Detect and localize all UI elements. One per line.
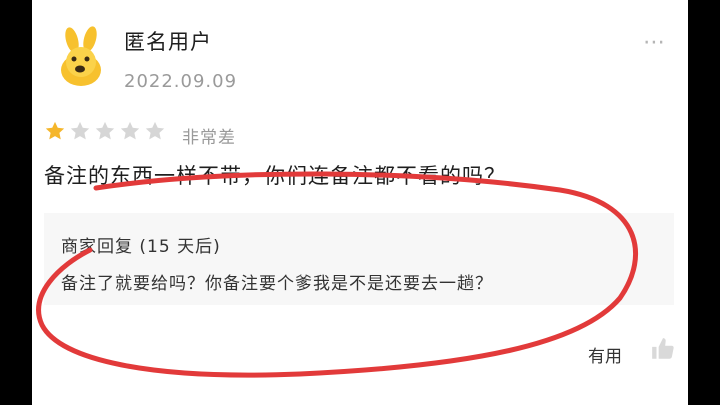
more-options-icon[interactable]: ⋯	[643, 30, 666, 55]
dog-avatar-icon	[61, 26, 101, 86]
thumbs-up-icon[interactable]	[650, 336, 676, 362]
rating-label: 非常差	[182, 128, 236, 148]
star-empty-icon	[70, 121, 90, 140]
merchant-reply-text: 备注了就要给吗？你备注要个爹我是不是还要去一趟？	[61, 274, 493, 294]
star-empty-icon	[95, 121, 115, 140]
review-comment: 备注的东西一样不带，你们连备注都不看的吗？	[44, 164, 506, 188]
useful-button[interactable]: 有用	[588, 342, 622, 367]
review-date: 2022.09.09	[124, 71, 238, 92]
merchant-reply-box: 商家回复 (15 天后) 备注了就要给吗？你备注要个爹我是不是还要去一趟？	[44, 213, 674, 305]
star-rating	[44, 120, 166, 142]
merchant-reply-title: 商家回复 (15 天后)	[61, 237, 221, 257]
star-filled-icon	[45, 121, 65, 140]
username: 匿名用户	[124, 30, 212, 54]
avatar[interactable]	[50, 26, 112, 88]
review-card: 匿名用户 2022.09.09 ⋯ 非常差 备注的东西一样不带，你们连备注都不看…	[32, 0, 688, 405]
star-empty-icon	[120, 121, 140, 140]
star-empty-icon	[145, 121, 165, 140]
